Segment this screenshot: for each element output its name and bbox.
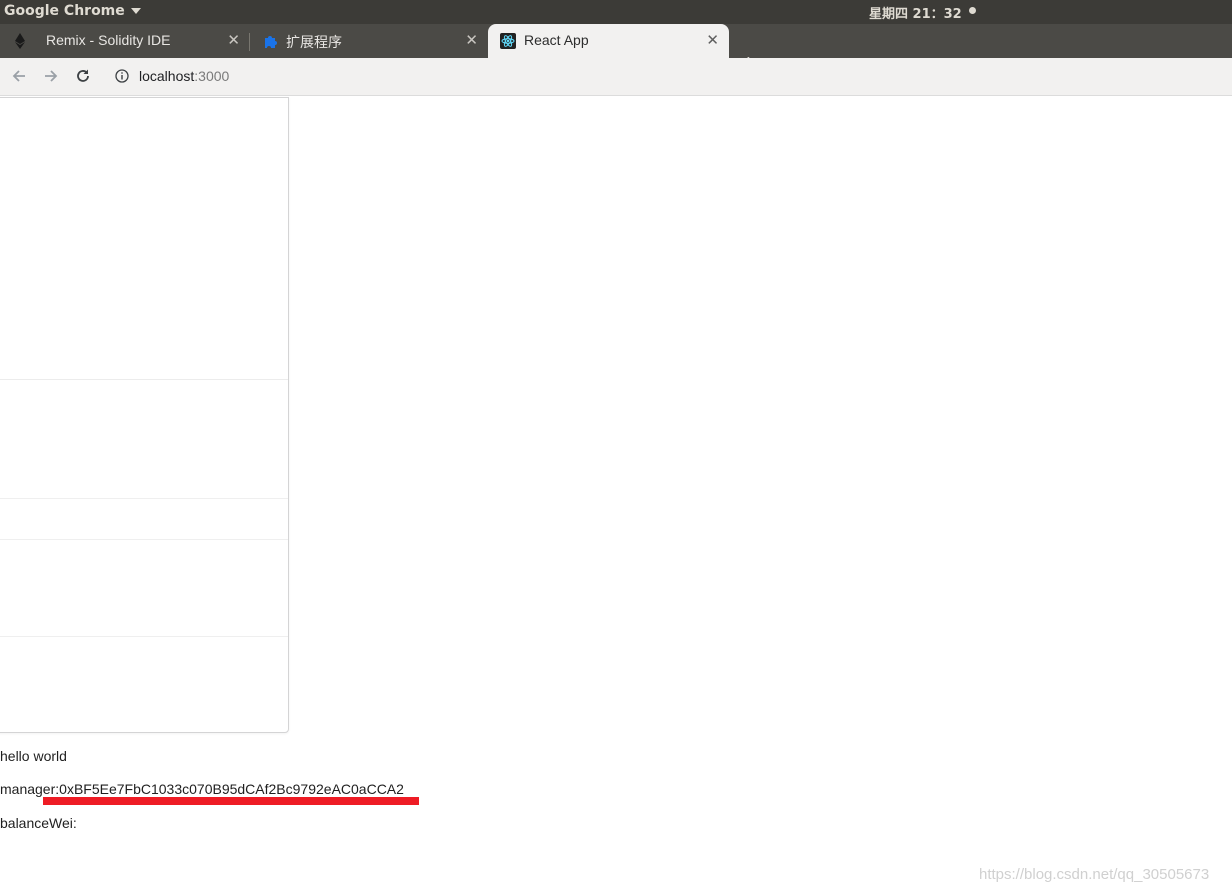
ethereum-icon <box>12 33 28 49</box>
balance-line: balanceWei: <box>0 815 77 831</box>
arrow-left-icon <box>12 70 25 82</box>
balance-label: balanceWei: <box>0 815 77 831</box>
reload-icon <box>77 69 89 82</box>
url-port: :3000 <box>194 68 230 84</box>
system-clock[interactable]: 星期四 21：32 <box>869 3 962 22</box>
close-tab-icon[interactable]: ✕ <box>465 31 478 49</box>
card-divider <box>0 636 288 637</box>
tab-title: React App <box>524 32 589 48</box>
hello-text: hello world <box>0 748 67 764</box>
tab-remix[interactable]: Remix - Solidity IDE ✕ <box>0 24 250 58</box>
card-divider <box>0 498 288 499</box>
tab-title: Remix - Solidity IDE <box>46 32 171 48</box>
browser-toolbar: localhost:3000 <box>0 58 1232 96</box>
close-tab-icon[interactable]: ✕ <box>227 31 240 49</box>
reload-button[interactable] <box>73 66 93 86</box>
manager-line: manager:0xBF5Ee7FbC1033c070B95dCAf2Bc979… <box>0 781 404 797</box>
tab-react-app[interactable]: React App ✕ <box>488 24 729 58</box>
close-tab-icon[interactable]: ✕ <box>706 31 719 49</box>
page-content: hello world manager:0xBF5Ee7FbC1033c070B… <box>0 96 1232 894</box>
tab-title: 扩展程序 <box>286 34 342 50</box>
tab-strip: Remix - Solidity IDE ✕ 扩展程序 ✕ React App … <box>0 24 1232 73</box>
arrow-right-icon <box>45 70 58 82</box>
url-host: localhost <box>139 68 195 84</box>
app-name: Google Chrome <box>4 3 125 19</box>
tab-extensions[interactable]: 扩展程序 ✕ <box>250 24 488 58</box>
puzzle-icon <box>262 33 278 49</box>
forward-button[interactable] <box>41 66 61 86</box>
card <box>0 97 289 733</box>
caret-down-icon <box>130 8 141 14</box>
system-top-bar: Google Chrome 星期四 21：32 <box>0 0 1232 24</box>
info-icon[interactable] <box>115 69 129 83</box>
react-icon <box>500 33 516 49</box>
watermark: https://blog.csdn.net/qq_30505673 <box>979 866 1210 883</box>
card-image <box>0 98 288 380</box>
status-dot-icon <box>969 7 976 14</box>
app-menu[interactable]: Google Chrome <box>4 3 141 19</box>
card-divider <box>0 539 288 540</box>
red-underline-annotation <box>43 797 419 805</box>
url-field[interactable]: localhost:3000 <box>139 68 229 84</box>
manager-address: 0xBF5Ee7FbC1033c070B95dCAf2Bc9792eAC0aCC… <box>59 781 404 797</box>
manager-label: manager: <box>0 781 60 797</box>
back-button[interactable] <box>9 66 29 86</box>
